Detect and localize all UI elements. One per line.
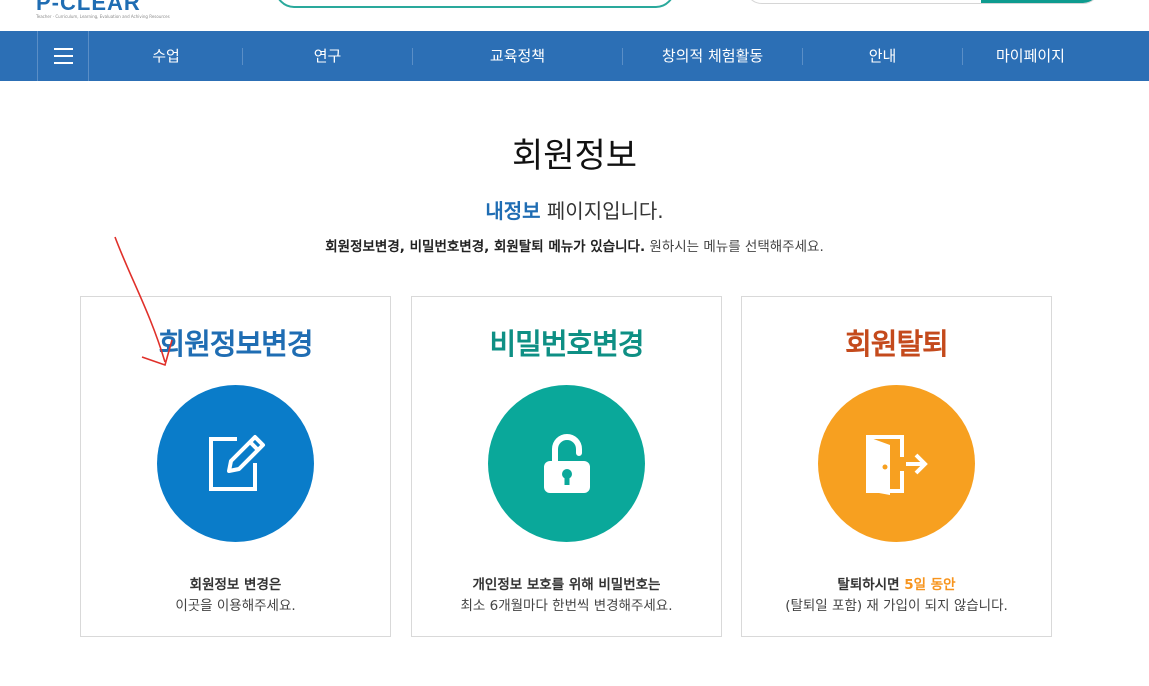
page-title: 회원정보 [511, 136, 638, 176]
exit-door-icon [865, 434, 928, 495]
card-icon-circle[interactable] [488, 385, 645, 542]
card-title: 비밀번호변경 [489, 327, 644, 361]
card-withdraw-membership[interactable]: 회원탈퇴 탈퇴하시면 5일 동안 (탈퇴일 포함) 재 가입이 되지 않습니다. [741, 296, 1052, 637]
nav-item-guide[interactable]: 안내 [803, 31, 962, 81]
subtitle-highlight: 내정보 [485, 199, 541, 223]
nav-item-creative-activity[interactable]: 창의적 체험활동 [623, 31, 802, 81]
card-icon-circle[interactable] [157, 385, 314, 542]
card-line-2: 이곳을 이용해주세요. [175, 598, 296, 614]
login-area[interactable] [745, 0, 1100, 4]
card-title: 회원탈퇴 [845, 327, 949, 361]
card-line-1-accent: 5일 동안 [904, 577, 956, 593]
nav-item-education-policy[interactable]: 교육정책 [413, 31, 622, 81]
card-line-1: 회원정보 변경은 [189, 577, 282, 593]
nav-item-research[interactable]: 연구 [243, 31, 412, 81]
hamburger-menu-icon[interactable] [37, 31, 89, 81]
search-input[interactable] [275, 0, 675, 8]
unlock-icon [543, 433, 590, 493]
nav-item-class[interactable]: 수업 [90, 31, 242, 81]
top-header: P-CLEAR Teacher · Curriculum, Learning, … [0, 0, 1149, 31]
card-icon-circle[interactable] [818, 385, 975, 542]
card-line-1: 탈퇴하시면 5일 동안 [742, 573, 1051, 593]
nav-item-mypage[interactable]: 마이페이지 [963, 31, 1098, 81]
description-text: 원하시는 메뉴를 선택해주세요. [645, 239, 824, 255]
subtitle-text: 페이지입니다. [540, 199, 664, 223]
description-bold: 회원정보변경, 비밀번호변경, 회원탈퇴 메뉴가 있습니다. [325, 239, 646, 255]
card-line-1: 개인정보 보호를 위해 비밀번호는 [472, 577, 661, 593]
main-nav: 수업 연구 교육정책 창의적 체험활동 안내 마이페이지 [0, 31, 1149, 81]
card-line-2: 최소 6개월마다 한번씩 변경해주세요. [460, 598, 673, 614]
card-line-1-text: 탈퇴하시면 [837, 577, 905, 593]
card-change-password[interactable]: 비밀번호변경 개인정보 보호를 위해 비밀번호는 최소 6개월마다 한번씩 변경… [411, 296, 722, 637]
card-line-2: (탈퇴일 포함) 재 가입이 되지 않습니다. [785, 598, 1008, 614]
site-logo-subtext: Teacher · Curriculum, Learning, Evaluati… [36, 14, 170, 19]
login-button[interactable] [981, 0, 1099, 3]
edit-icon [208, 434, 265, 491]
annotation-arrow [114, 236, 173, 367]
page-subtitle: 내정보 페이지입니다. [0, 195, 1149, 224]
